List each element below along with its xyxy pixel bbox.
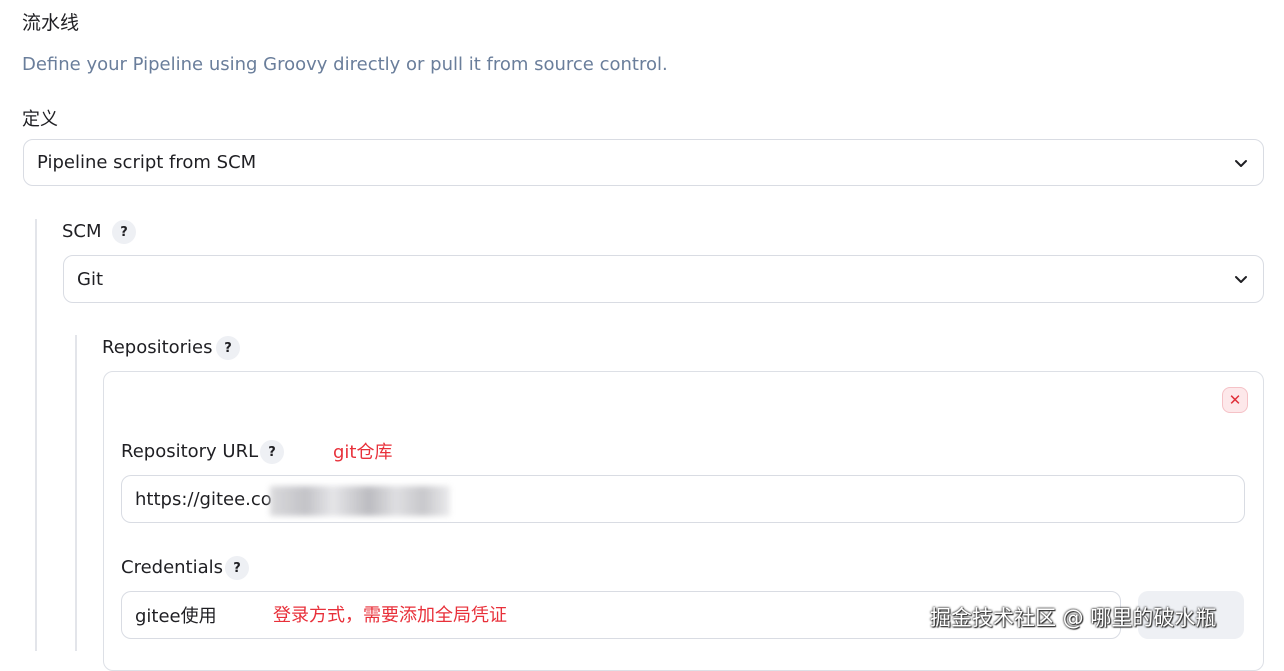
nesting-guide-scm xyxy=(35,219,37,651)
scm-select[interactable]: Git xyxy=(63,255,1264,303)
definition-label: 定义 xyxy=(22,109,58,130)
scm-label: SCM xyxy=(62,221,102,242)
repository-url-annotation: git仓库 xyxy=(333,442,393,463)
repository-url-value: https://gitee.co xyxy=(135,488,272,510)
repositories-label: Repositories xyxy=(102,337,213,358)
chevron-down-icon xyxy=(1235,276,1247,283)
watermark-text: 掘金技术社区 @ 哪里的破水瓶 xyxy=(930,606,1217,630)
delete-repository-button[interactable]: ✕ xyxy=(1222,387,1248,413)
scm-help-button[interactable]: ? xyxy=(112,220,136,244)
definition-select-value: Pipeline script from SCM xyxy=(37,152,257,173)
nesting-guide-repositories xyxy=(75,335,77,651)
section-title: 流水线 xyxy=(22,12,80,34)
section-description: Define your Pipeline using Groovy direct… xyxy=(22,54,668,75)
redacted-url-blur xyxy=(270,486,450,516)
repositories-help-button[interactable]: ? xyxy=(216,336,240,360)
credentials-help-button[interactable]: ? xyxy=(225,556,249,580)
chevron-down-icon xyxy=(1235,159,1247,167)
repository-url-help-button[interactable]: ? xyxy=(260,440,284,464)
definition-select[interactable]: Pipeline script from SCM xyxy=(23,139,1264,186)
repository-url-label: Repository URL xyxy=(121,441,259,462)
credentials-label: Credentials xyxy=(121,557,224,578)
scm-select-value: Git xyxy=(77,268,104,290)
credentials-select-value: gitee使用 xyxy=(135,606,217,627)
credentials-annotation: 登录方式，需要添加全局凭证 xyxy=(273,605,507,626)
